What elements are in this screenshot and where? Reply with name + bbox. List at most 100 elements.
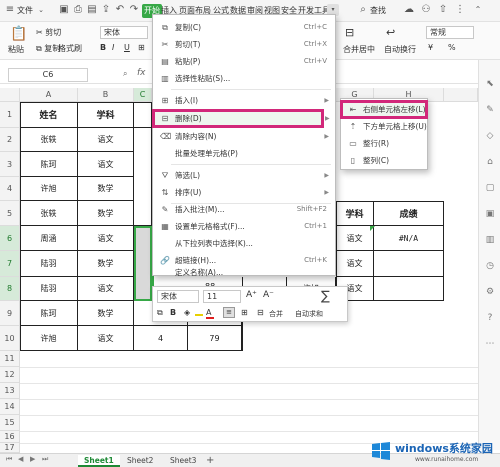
export-icon[interactable]: ⇪ <box>100 4 112 16</box>
submenu-entire-row[interactable]: ▭ 整行(R) <box>341 135 427 152</box>
sum-icon[interactable]: ∑ <box>321 289 330 304</box>
bold-button[interactable]: B <box>100 43 106 52</box>
cloud-sync-icon[interactable]: ☁ <box>403 4 415 16</box>
table-cell[interactable]: 语文 <box>78 326 134 351</box>
table-cell[interactable]: 数学 <box>78 251 134 277</box>
table-cell[interactable]: 陆羽 <box>20 251 78 277</box>
shapes-icon[interactable]: ◇ <box>484 130 496 142</box>
menu-item-define-name[interactable]: 定义名称(A)... <box>153 269 335 277</box>
submenu-shift-left[interactable]: ⇤ 右侧单元格左移(L) <box>340 100 428 119</box>
row-header-17[interactable]: 17 <box>0 443 20 453</box>
number-format-combo[interactable]: 常规 <box>426 26 474 39</box>
row-header-6[interactable]: 6 <box>0 226 20 251</box>
sheet-tab-1[interactable]: Sheet1 <box>78 455 120 467</box>
comment-icon[interactable]: ▢ <box>484 182 496 194</box>
collapse-ribbon-icon[interactable]: ⌃ <box>472 4 484 16</box>
zoom-icon[interactable]: ⌕ <box>123 69 127 79</box>
italic-button[interactable]: I <box>112 43 114 52</box>
menu-item-format-cells[interactable]: ▦ 设置单元格格式(F)... Ctrl+1 <box>153 218 335 235</box>
table-cell[interactable]: 张轶 <box>20 201 78 226</box>
autosum-label[interactable]: 自动求和 <box>295 309 323 319</box>
table-cell[interactable]: 4 <box>134 326 188 351</box>
table-cell[interactable]: 79 <box>188 326 242 351</box>
more-icon[interactable]: ⋯ <box>484 338 496 350</box>
row-header-7[interactable]: 7 <box>0 251 20 277</box>
table-cell[interactable]: 语文 <box>78 226 134 251</box>
row-header-10[interactable]: 10 <box>0 326 20 351</box>
image-icon[interactable]: ▣ <box>484 208 496 220</box>
hamburger-icon[interactable]: ≡ <box>4 4 16 16</box>
submenu-shift-up[interactable]: ⇡ 下方单元格上移(U) <box>341 118 427 135</box>
chart-icon[interactable]: ▥ <box>484 234 496 246</box>
selection-range[interactable] <box>134 226 152 301</box>
underline-button[interactable]: U <box>124 43 130 52</box>
menu-item-insert[interactable]: ⊞ 插入(I) ▶ <box>153 92 335 109</box>
percent-button[interactable]: % <box>448 43 456 52</box>
row-header-5[interactable]: 5 <box>0 201 20 226</box>
table-cell[interactable]: 周涵 <box>20 226 78 251</box>
print-icon[interactable]: ⎙ <box>72 4 84 16</box>
table-cell[interactable]: 陆羽 <box>20 277 78 301</box>
table-cell[interactable]: 语文 <box>78 128 134 152</box>
row-header-15[interactable]: 15 <box>0 415 20 431</box>
error-indicator-icon[interactable] <box>370 226 375 231</box>
row-header-2[interactable]: 2 <box>0 128 20 152</box>
share-icon[interactable]: ⇧ <box>437 4 449 16</box>
help-icon[interactable]: ? <box>484 312 496 324</box>
font-color-icon[interactable]: A <box>206 308 211 317</box>
sheet-tab-3[interactable]: Sheet3 <box>164 455 202 467</box>
menu-item-dropdown-select[interactable]: 从下拉列表中选择(K)... <box>153 235 335 252</box>
auto-wrap-icon[interactable]: ↩ <box>386 26 395 39</box>
font-name-combo[interactable]: 宋体 <box>100 26 148 39</box>
table-cell[interactable] <box>134 102 152 128</box>
menu-item-batch[interactable]: 批量处理单元格(P) <box>153 145 335 162</box>
fill-color-icon[interactable]: ◈ <box>184 308 190 317</box>
submenu-entire-column[interactable]: ▯ 整列(C) <box>341 152 427 169</box>
row-header-1[interactable]: 1 <box>0 102 20 128</box>
table-cell[interactable]: 张轶 <box>20 128 78 152</box>
table-cell[interactable]: 语文 <box>78 277 134 301</box>
borders-icon[interactable]: ⊞ <box>138 43 145 52</box>
add-sheet-button[interactable]: + <box>200 455 220 467</box>
file-menu[interactable]: 文件 <box>17 4 33 18</box>
column-header-blank[interactable] <box>444 88 478 102</box>
table-cell[interactable] <box>134 128 152 226</box>
align-center-icon[interactable]: ≡ <box>223 307 235 318</box>
next-sheet-icon[interactable]: ▶ <box>30 455 35 463</box>
table-cell[interactable]: 陈珂 <box>20 152 78 177</box>
header-name[interactable]: 姓名 <box>20 102 78 128</box>
save-icon[interactable]: ▣ <box>58 4 70 16</box>
copy-button[interactable]: ⧉ 复制 <box>36 43 60 54</box>
row-header-14[interactable]: 14 <box>0 399 20 415</box>
search-icon[interactable]: ⌕ <box>357 4 369 16</box>
table-cell[interactable]: #N/A <box>374 226 444 251</box>
undo-icon[interactable]: ↶ <box>114 4 126 16</box>
row-header-8[interactable]: 8 <box>0 277 20 301</box>
row-header-16[interactable]: 16 <box>0 431 20 443</box>
menu-item-comment[interactable]: ✎ 插入批注(M)... Shift+F2 <box>153 201 335 218</box>
table-cell[interactable]: 许旭 <box>20 177 78 201</box>
table-cell[interactable]: 数学 <box>78 201 134 226</box>
row-header-13[interactable]: 13 <box>0 383 20 399</box>
lookup-header-subject[interactable]: 学科 <box>336 201 374 226</box>
mini-size-combo[interactable]: 11 <box>203 290 241 303</box>
select-icon[interactable]: ⬉ <box>484 78 496 90</box>
row-header-3[interactable]: 3 <box>0 152 20 177</box>
format-painter-button[interactable]: 格式刷 <box>58 43 82 54</box>
borders-icon[interactable]: ⊞ <box>241 308 248 317</box>
redo-icon[interactable]: ↷ <box>128 4 140 16</box>
print-preview-icon[interactable]: ▤ <box>86 4 98 16</box>
row-header-9[interactable]: 9 <box>0 301 20 326</box>
menu-item-copy[interactable]: ⧉ 复制(C) Ctrl+C <box>153 19 335 36</box>
name-box[interactable]: C6 <box>8 68 88 82</box>
merge-center-icon[interactable]: ⊟ <box>345 26 354 39</box>
menu-item-cut[interactable]: ✂ 剪切(T) Ctrl+X <box>153 36 335 53</box>
row-header-11[interactable]: 11 <box>0 351 20 367</box>
menu-item-paste[interactable]: ▤ 粘贴(P) Ctrl+V <box>153 53 335 70</box>
chevron-down-icon[interactable]: ⌄ <box>35 4 47 16</box>
first-sheet-icon[interactable]: ⏮ <box>6 455 12 464</box>
table-cell[interactable] <box>374 277 444 301</box>
table-cell[interactable]: 语文 <box>78 152 134 177</box>
row-header-12[interactable]: 12 <box>0 367 20 383</box>
menu-item-filter[interactable]: ⛛ 筛选(L) ▶ <box>153 167 335 184</box>
